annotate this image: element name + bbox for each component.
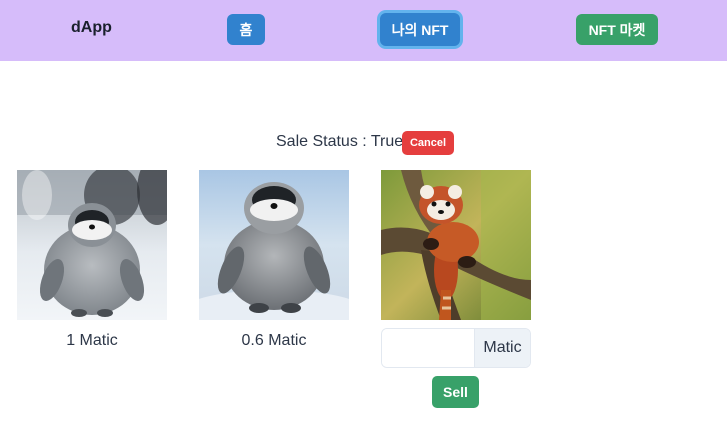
nft-price-1: 1 Matic (66, 332, 118, 349)
nft-image-penguin-2 (199, 170, 349, 320)
cancel-sale-button[interactable]: Cancel (402, 131, 454, 155)
brand-title: dApp (71, 19, 112, 36)
home-button[interactable]: 홈 (227, 14, 265, 45)
sell-price-input[interactable] (382, 329, 474, 367)
top-navbar: dApp 홈 나의 NFT NFT 마켓 (0, 0, 727, 61)
nft-image-penguin-1 (17, 170, 167, 320)
sell-price-input-group: Matic (381, 328, 531, 368)
nft-price-2: 0.6 Matic (241, 332, 307, 349)
currency-addon: Matic (474, 329, 530, 367)
sale-status-text: Sale Status : True (276, 133, 404, 150)
nft-market-button[interactable]: NFT 마켓 (576, 14, 658, 45)
sell-button[interactable]: Sell (432, 376, 479, 408)
nft-image-red-panda (381, 170, 531, 320)
my-nft-button[interactable]: 나의 NFT (380, 13, 460, 46)
